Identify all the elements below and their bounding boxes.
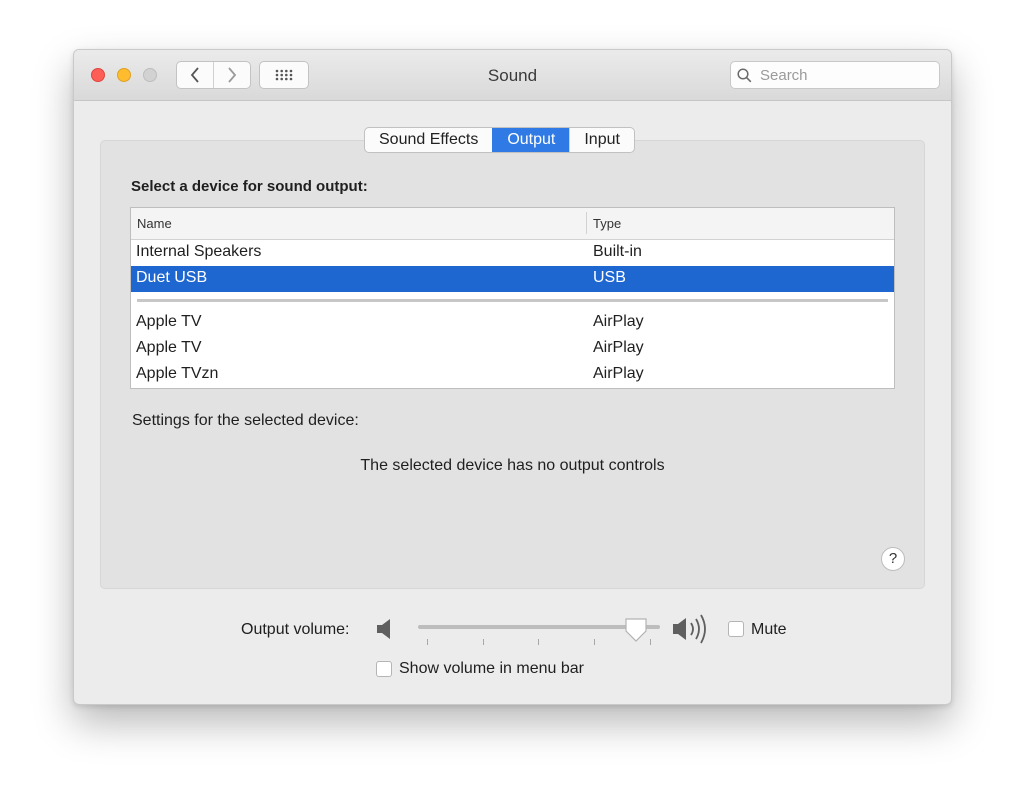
volume-tick [650, 639, 651, 645]
sound-preferences-window: Sound Sound Effects Output Input Select … [73, 49, 952, 705]
device-row-apple-tvzn[interactable]: Apple TVzn AirPlay [131, 362, 894, 388]
device-name: Apple TVzn [136, 365, 219, 382]
device-type: USB [593, 269, 626, 286]
device-name: Duet USB [136, 269, 208, 286]
tab-input[interactable]: Input [569, 128, 634, 152]
device-type: AirPlay [593, 339, 644, 356]
device-row-duet-usb[interactable]: Duet USB USB [131, 266, 894, 292]
volume-tick [483, 639, 484, 645]
column-header-type[interactable]: Type [593, 216, 621, 231]
volume-tick [427, 639, 428, 645]
device-type: AirPlay [593, 313, 644, 330]
device-row-apple-tv[interactable]: Apple TV AirPlay [131, 310, 894, 336]
device-settings-heading: Settings for the selected device: [132, 412, 359, 429]
help-button[interactable]: ? [881, 547, 905, 571]
speaker-low-icon [377, 619, 390, 639]
output-device-heading: Select a device for sound output: [131, 178, 368, 195]
tab-bar: Sound Effects Output Input [364, 127, 635, 153]
title-bar: Sound [74, 50, 951, 101]
output-volume-label: Output volume: [241, 621, 350, 638]
volume-tick [538, 639, 539, 645]
show-volume-menu-bar-label: Show volume in menu bar [399, 660, 584, 677]
device-type: Built-in [593, 243, 642, 260]
device-name: Internal Speakers [136, 243, 262, 260]
search-input[interactable] [758, 65, 932, 85]
mute-checkbox[interactable] [728, 621, 744, 637]
device-name: Apple TV [136, 313, 202, 330]
device-type: AirPlay [593, 365, 644, 382]
tab-output[interactable]: Output [492, 128, 570, 152]
device-name: Apple TV [136, 339, 202, 356]
search-field[interactable] [730, 61, 940, 89]
tab-sound-effects[interactable]: Sound Effects [365, 128, 492, 152]
device-row-internal-speakers[interactable]: Internal Speakers Built-in [131, 240, 894, 266]
no-output-controls-message: The selected device has no output contro… [360, 457, 665, 474]
search-icon [737, 67, 752, 82]
column-separator [586, 212, 587, 234]
mute-label: Mute [751, 621, 787, 638]
device-row-apple-tv-2[interactable]: Apple TV AirPlay [131, 336, 894, 362]
device-list-divider [131, 292, 894, 310]
table-header: Name Type [131, 208, 894, 240]
volume-tick [594, 639, 595, 645]
speaker-high-icon [673, 614, 706, 644]
volume-slider-thumb[interactable] [624, 617, 648, 643]
column-header-name[interactable]: Name [137, 216, 172, 231]
show-volume-menu-bar-checkbox[interactable] [376, 661, 392, 677]
output-device-table[interactable]: Name Type Internal Speakers Built-in Due… [130, 207, 895, 389]
